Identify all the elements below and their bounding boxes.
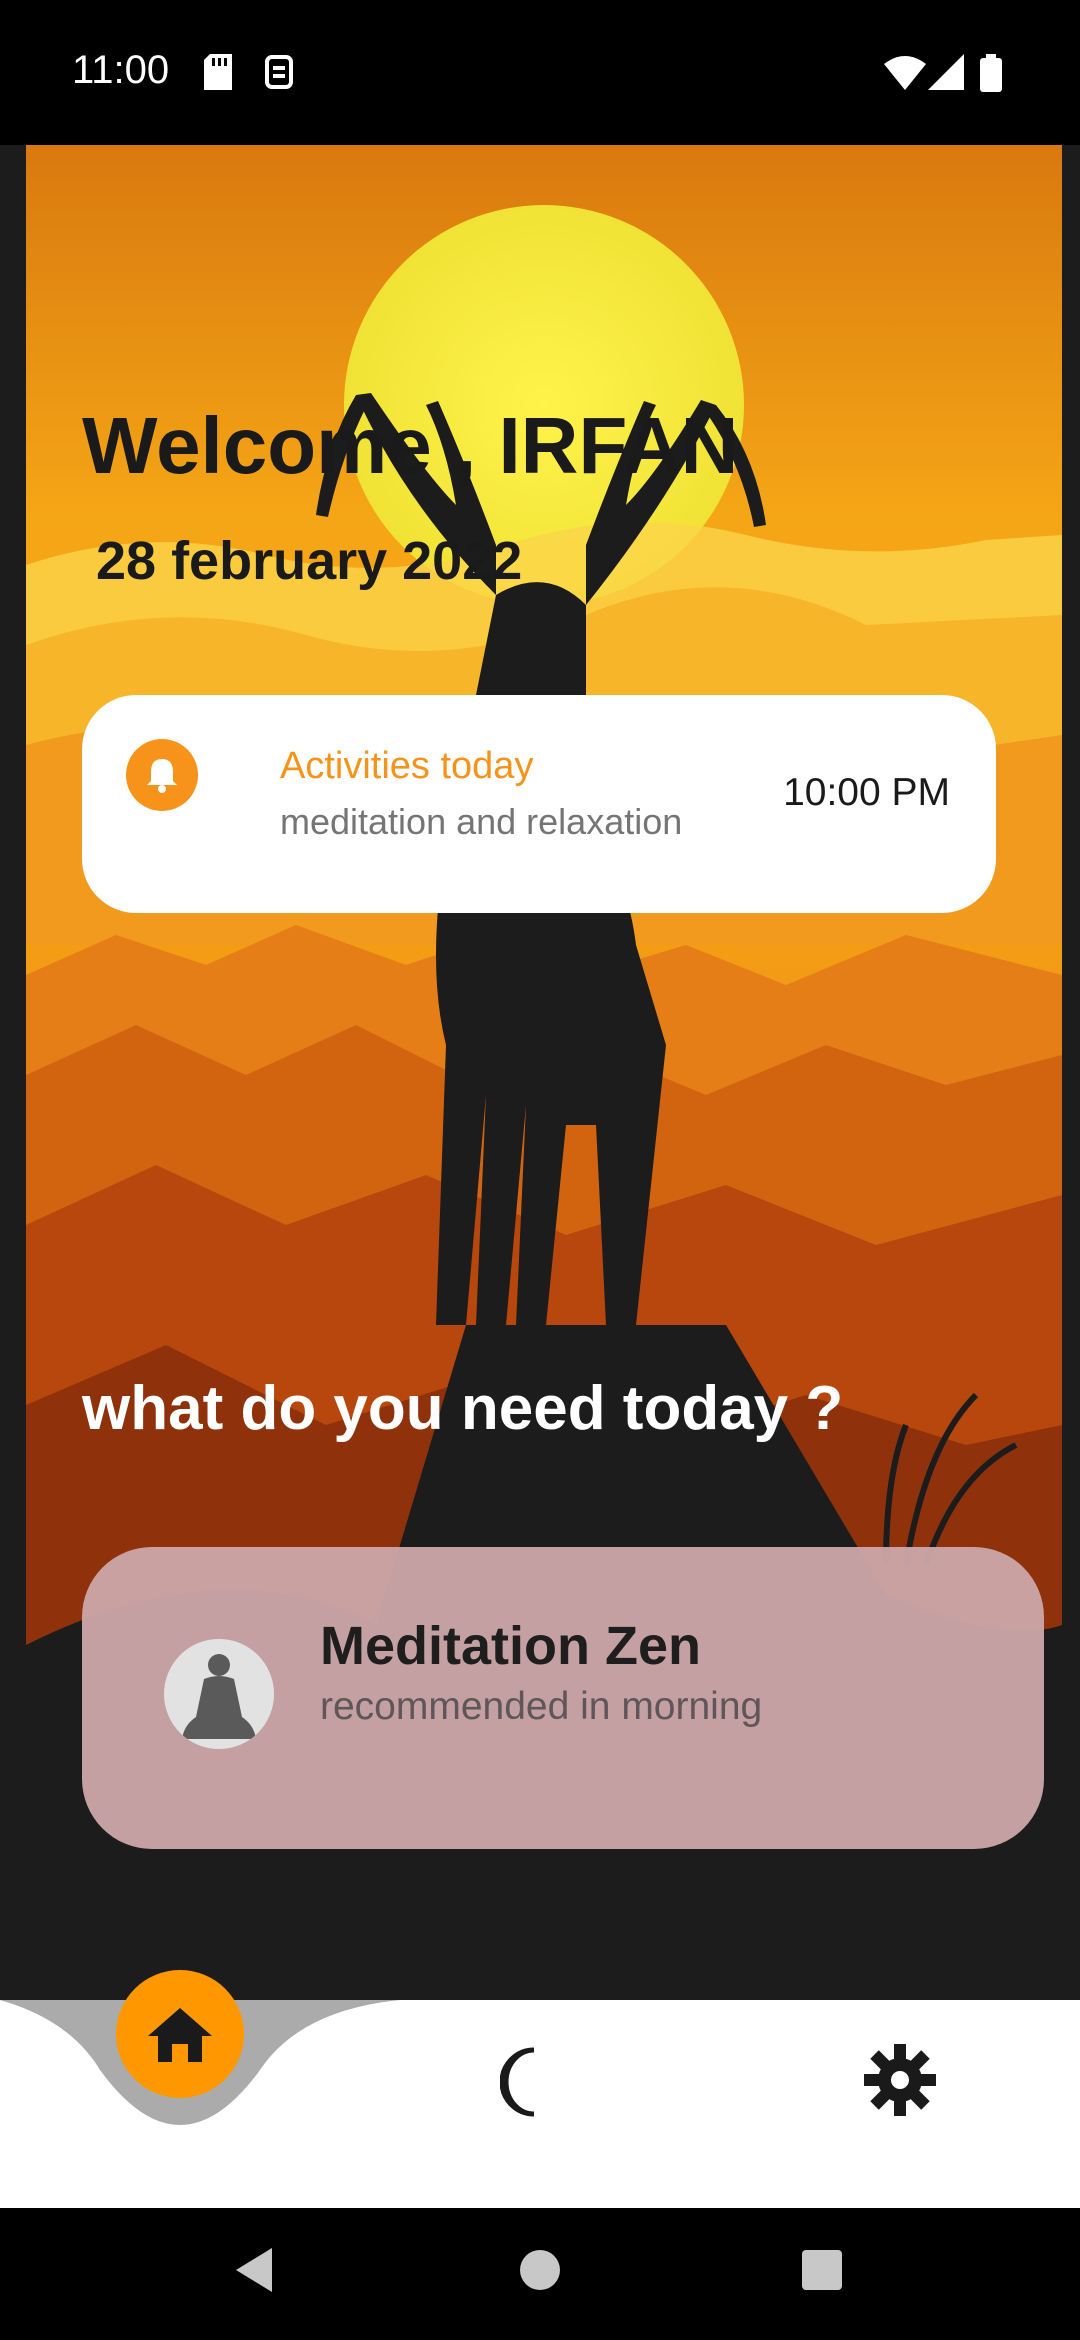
system-navigation-bar [0,2208,1080,2340]
back-icon[interactable] [234,2246,276,2294]
wifi-icon [884,56,926,90]
meditation-card[interactable]: Meditation Zen recommended in morning [82,1547,1044,1849]
activity-subtitle: meditation and relaxation [280,801,683,842]
bell-icon [126,739,198,811]
meditation-avatar [164,1639,274,1749]
activity-time: 10:00 PM [783,771,950,814]
signal-icon [928,54,964,90]
date-label: 28 february 2022 [96,531,523,591]
nav-home-button[interactable] [116,1970,244,2098]
home-screen: Welcome , IRFAN 28 february 2022 Activit… [0,145,1080,2000]
home-icon [148,2008,212,2062]
moon-icon[interactable] [500,2042,580,2122]
recents-icon[interactable] [800,2246,844,2294]
status-time: 11:00 [72,48,170,92]
meditation-subtitle: recommended in morning [320,1685,763,1728]
activity-card[interactable]: Activities today meditation and relaxati… [82,695,996,913]
sim-icon [265,55,293,89]
home-system-icon[interactable] [518,2246,562,2294]
status-bar: 11:00 [0,0,1080,145]
sd-card-icon [204,54,232,90]
meditation-title: Meditation Zen [320,1616,701,1676]
battery-icon [980,54,1002,92]
activity-title: Activities today [280,745,534,787]
bottom-navigation [0,1970,1080,2208]
welcome-title: Welcome , IRFAN [82,401,739,490]
prompt-heading: what do you need today ? [82,1374,844,1443]
gear-icon[interactable] [862,2042,938,2118]
